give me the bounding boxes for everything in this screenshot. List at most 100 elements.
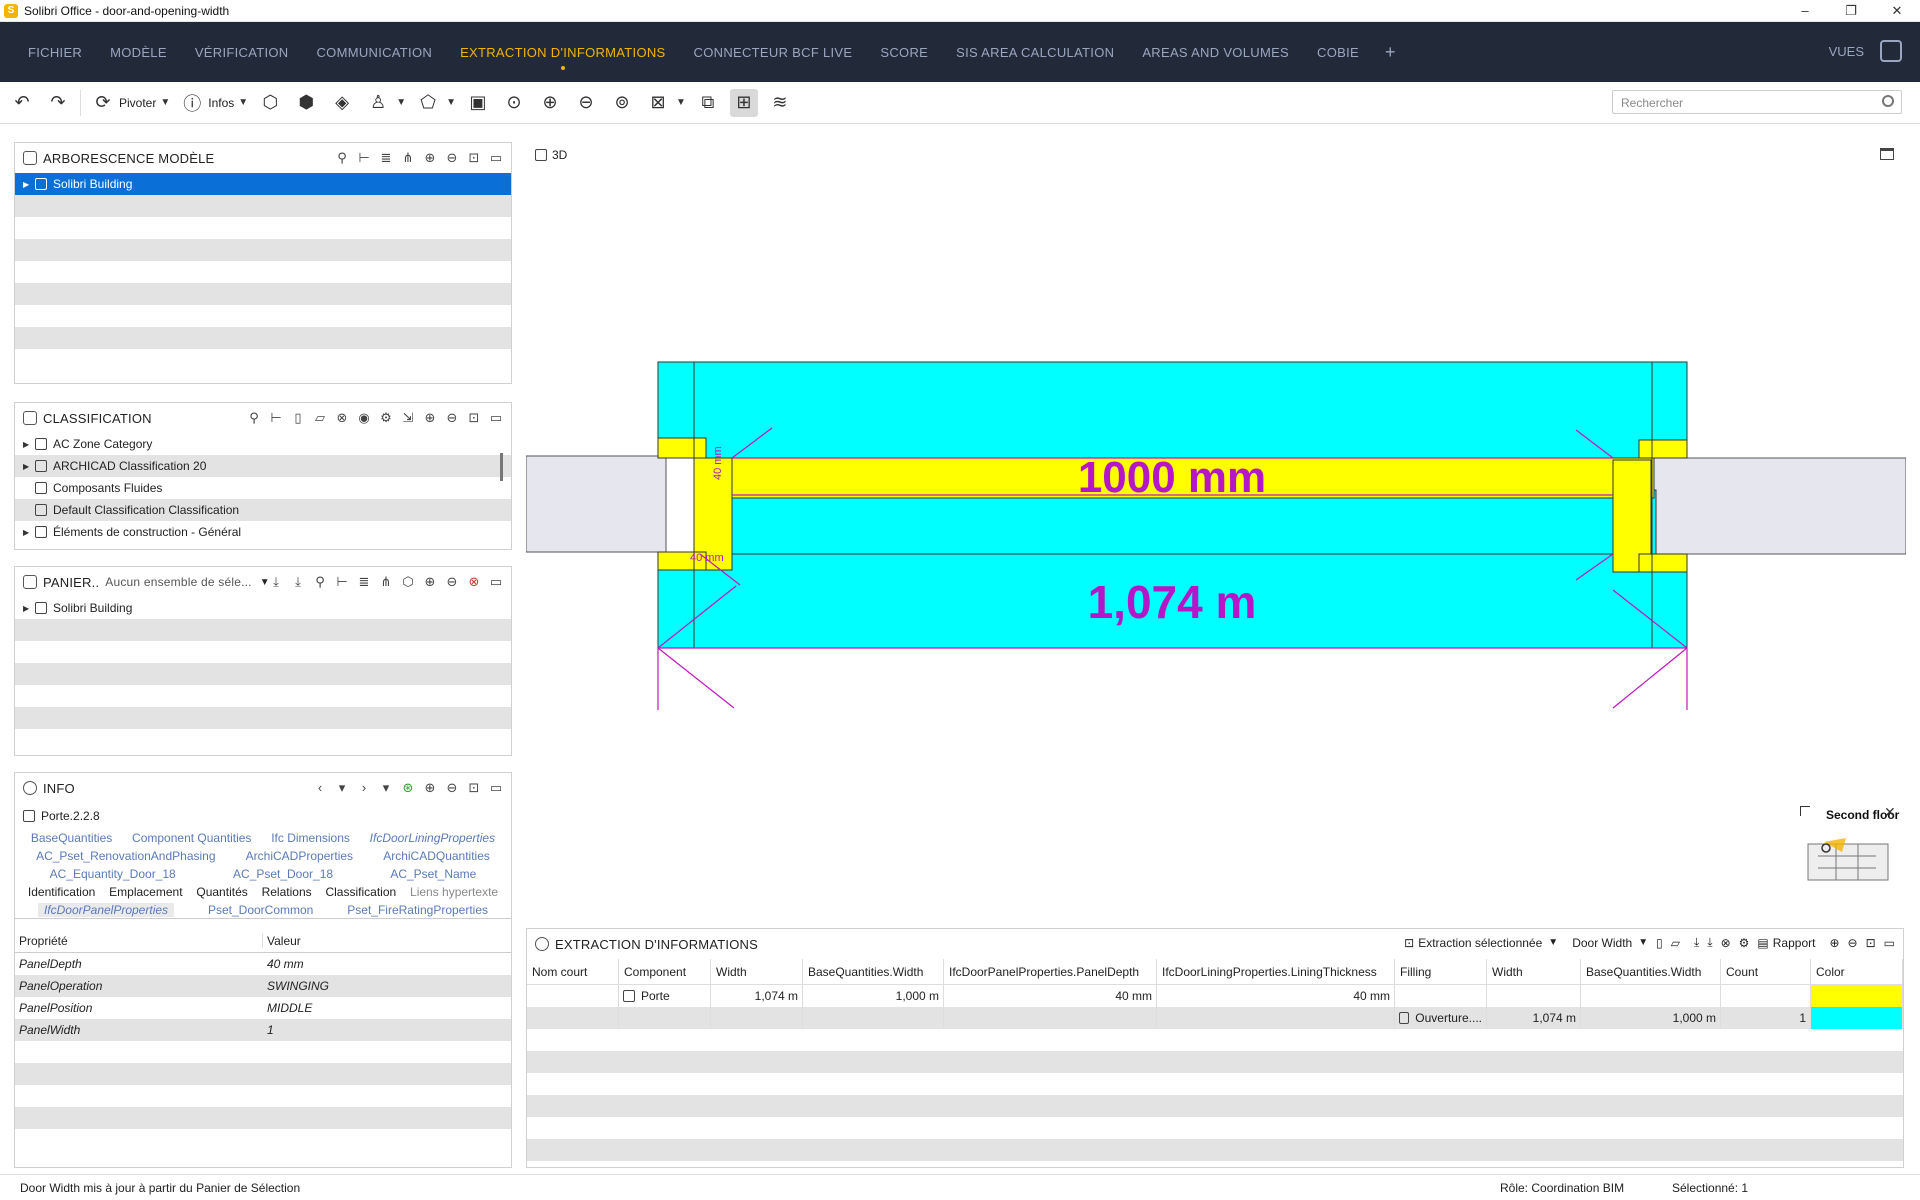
layers-icon[interactable]: ≋ [766,89,794,117]
minimap[interactable] [1806,836,1890,886]
infos-dropdown[interactable]: Infos [208,96,234,110]
tab-classification[interactable]: Classification [325,885,396,899]
clear-basket-icon[interactable]: ⊗ [463,573,485,591]
chevron-down-icon[interactable]: ▼ [676,97,686,108]
tab-archicad-quantities[interactable]: ArchiCADQuantities [383,849,490,863]
basket-set-selector[interactable]: Aucun ensemble de séle... [105,575,251,589]
add-to-basket-icon[interactable]: ⊕ [419,573,441,591]
basket-icon[interactable]: ⊡ [463,409,485,427]
cube-icon[interactable]: ⬡ [397,573,419,591]
column-header[interactable]: Component [619,959,711,984]
classification-item[interactable]: ▶ Éléments de construction - Général [15,521,511,543]
hierarchy-icon[interactable]: ⚲ [309,573,331,591]
maximize-icon[interactable]: ▭ [485,409,507,427]
maximize-icon[interactable]: ▭ [485,573,507,591]
table-row[interactable]: Porte 1,074 m 1,000 m 40 mm 40 mm [527,985,1903,1007]
map-icon[interactable]: ⊞ [729,88,758,117]
chevron-down-icon[interactable]: ▼ [160,97,170,108]
tab-component-quantities[interactable]: Component Quantities [132,831,251,845]
report-button[interactable]: Rapport [1773,936,1816,950]
add-to-basket-icon[interactable]: ⊕ [419,779,441,797]
expand-icon[interactable]: ▶ [23,604,35,613]
hierarchy-icon[interactable]: ⚲ [331,149,353,167]
remove-from-basket-icon[interactable]: ⊖ [1848,936,1858,950]
tree-icon[interactable]: ⊢ [331,573,353,591]
column-header[interactable]: BaseQuantities.Width [1581,959,1721,984]
layout-dropdown[interactable]: Door Width [1572,936,1632,950]
pivot-dropdown[interactable]: Pivoter [119,96,156,110]
close-window-button[interactable]: ✕ [1874,0,1920,22]
link-icon[interactable]: ⊛ [397,779,419,797]
tab-emplacement[interactable]: Emplacement [109,885,182,899]
tab-ac-pset-door[interactable]: AC_Pset_Door_18 [233,867,333,881]
back-icon[interactable]: ‹ [309,779,331,797]
tab-ac-pset-name[interactable]: AC_Pset_Name [390,867,476,881]
view-cube-icon[interactable]: ⬠ [414,89,442,117]
minimize-button[interactable]: – [1782,0,1828,22]
settings-icon[interactable]: ⚙ [1739,936,1750,950]
tab-identification[interactable]: Identification [28,885,95,899]
rotate-icon[interactable]: ⟳ [89,89,117,117]
tab-ifc-dimensions[interactable]: Ifc Dimensions [271,831,350,845]
isolate-icon[interactable]: ◈ [328,89,356,117]
basket-item[interactable]: ▶ Solibri Building [15,597,511,619]
zoom-in-icon[interactable]: ⊕ [536,89,564,117]
add-to-basket-icon[interactable]: ⊕ [419,149,441,167]
column-header[interactable]: BaseQuantities.Width [803,959,944,984]
maximize-icon[interactable]: ▭ [1884,936,1895,950]
column-header[interactable]: Width [1487,959,1581,984]
remove-from-basket-icon[interactable]: ⊖ [441,779,463,797]
column-header[interactable]: Width [711,959,803,984]
classification-item[interactable]: ▶ AC Zone Category [15,433,511,455]
export-icon[interactable]: ⤓ [1707,935,1712,950]
column-header[interactable]: Filling [1395,959,1487,984]
classification-item[interactable]: Composants Fluides [15,477,511,499]
property-row[interactable]: PanelPosition MIDDLE [15,997,511,1019]
tab-pset-door-common[interactable]: Pset_DoorCommon [208,903,313,917]
3d-viewport[interactable]: 1000 mm 1,074 m 40 mm 40 mm [526,140,1906,760]
save-icon[interactable]: ⤓ [287,573,309,591]
close-icon[interactable]: ✕ [1884,804,1896,821]
import-icon[interactable]: ⤓ [1694,935,1699,950]
filter-icon[interactable]: ⋔ [397,149,419,167]
table-row[interactable]: Ouverture.... 1,074 m 1,000 m 1 [527,1007,1903,1029]
layers-tree-icon[interactable]: ≣ [353,573,375,591]
tab-relations[interactable]: Relations [262,885,312,899]
info-icon[interactable]: ⓘ [178,89,206,117]
zoom-selection-icon[interactable]: ⊚ [608,89,636,117]
add-tab-button[interactable]: + [1385,42,1396,63]
history-dropdown-icon[interactable]: ▾ [331,779,353,797]
options-dropdown-icon[interactable]: ▾ [375,779,397,797]
zoom-fit-icon[interactable]: ⊙ [500,89,528,117]
menu-fichier[interactable]: FICHIER [28,45,82,60]
classification-item[interactable]: ▶ ARCHICAD Classification 20 [15,455,511,477]
basket-icon[interactable]: ⊡ [1866,936,1876,950]
expand-icon[interactable]: ▶ [23,440,35,449]
forward-icon[interactable]: › [353,779,375,797]
expand-icon[interactable]: ▶ [23,462,35,471]
column-header[interactable]: IfcDoorPanelProperties.PanelDepth [944,959,1157,984]
redo-icon[interactable]: ↷ [44,89,72,117]
zoom-window-icon[interactable]: ⊠ [644,89,672,117]
tab-ifc-door-lining[interactable]: IfcDoorLiningProperties [370,831,495,845]
property-row[interactable]: PanelOperation SWINGING [15,975,511,997]
menu-cobie[interactable]: COBIE [1317,45,1359,60]
hide-icon[interactable]: ⬡ [256,89,284,117]
export-icon[interactable]: ⇲ [397,409,419,427]
search-icon[interactable] [1882,95,1894,107]
tab-ac-equantity-door[interactable]: AC_Equantity_Door_18 [50,867,176,881]
show-icon[interactable]: ⬢ [292,89,320,117]
home-icon[interactable] [1880,40,1902,62]
menu-score[interactable]: SCORE [880,45,928,60]
column-header[interactable]: Nom court [527,959,619,984]
menu-extraction[interactable]: EXTRACTION D'INFORMATIONS [460,45,665,70]
tab-base-quantities[interactable]: BaseQuantities [31,831,112,845]
floor-plan-icon[interactable]: ⧉ [694,89,722,117]
remove-from-basket-icon[interactable]: ⊖ [441,149,463,167]
column-header-property[interactable]: Propriété [15,933,263,948]
walk-icon[interactable]: ♙ [364,89,392,117]
tab-ac-pset-renovation[interactable]: AC_Pset_RenovationAndPhasing [36,849,215,863]
undo-icon[interactable]: ↶ [8,89,36,117]
new-file-icon[interactable]: ▯ [1656,936,1663,950]
menu-modele[interactable]: MODÈLE [110,45,167,60]
